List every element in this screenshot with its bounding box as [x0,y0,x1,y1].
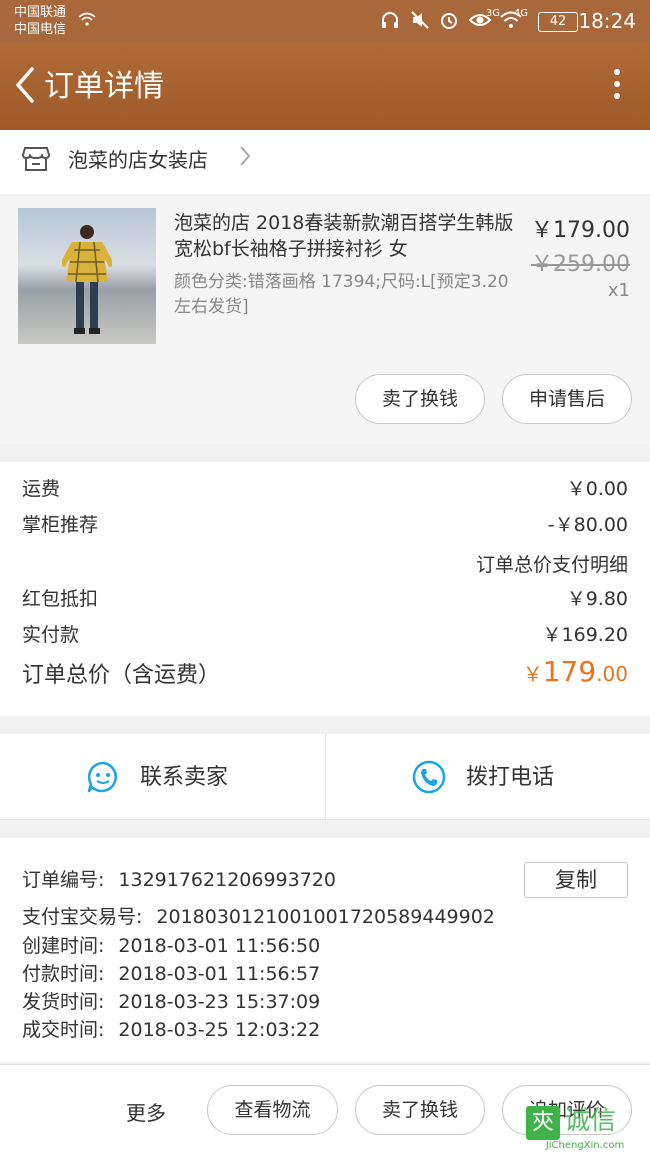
back-icon[interactable] [12,63,38,107]
product-original-price: ￥259.00 [531,252,630,277]
payment-detail-link[interactable]: 订单总价支付明细 [476,550,628,577]
more-actions-button[interactable]: 更多 [126,1097,166,1126]
after-sale-button[interactable]: 申请售后 [502,374,632,424]
call-phone-label: 拨打电话 [466,765,555,790]
total-price: ￥179.00 [523,656,628,691]
info-label: 付款时间: [22,963,105,985]
status-bar: 中国联通 中国电信 3G 4G 42 18:24 [0,0,650,43]
contact-seller-button[interactable]: 联系卖家 [0,734,325,820]
shop-row[interactable]: 泡菜的店女装店 [0,130,650,194]
paid-label: 实付款 [22,624,80,646]
redpacket-label: 红包抵扣 [22,588,99,610]
deal-time-row: 成交时间: 2018-03-25 12:03:22 [22,1017,320,1043]
carrier-1: 中国联通 [14,5,67,20]
clock: 18:24 [578,9,636,33]
info-value: 2018-03-25 12:03:22 [118,1019,321,1041]
store-icon [22,146,50,172]
mute-icon [411,11,429,29]
product-price: ￥179.00 [531,218,630,243]
network-indicator: 3G [486,8,500,19]
chevron-right-icon [238,144,252,174]
shipping-label: 运费 [22,478,61,500]
total-row: 订单总价（含运费） ￥179.00 [22,656,628,692]
alarm-icon [441,13,458,29]
info-label: 创建时间: [22,935,105,957]
paid-row: 实付款 ￥169.20 [22,622,628,648]
navigation-bar: 订单详情 [0,43,650,130]
shipping-row: 运费 ￥0.00 [22,476,628,502]
recommend-row: 掌柜推荐 -￥80.00 [22,512,628,538]
watermark-logo: 㚒 [526,1106,560,1140]
sell-for-cash-button-bottom[interactable]: 卖了换钱 [355,1085,485,1135]
headphone-icon [382,12,399,28]
paid-value: ￥169.20 [542,624,628,646]
product-quantity: x1 [607,280,630,301]
contact-seller-label: 联系卖家 [140,765,229,790]
watermark-text: 诚信 [564,1106,617,1136]
call-phone-button[interactable]: 拨打电话 [325,734,650,820]
net-1-label: 3G [485,8,500,19]
page-title: 订单详情 [44,69,164,104]
battery-indicator: 42 [538,12,578,32]
shop-name: 泡菜的店女装店 [68,148,208,172]
redpacket-row: 红包抵扣 ￥9.80 [22,586,628,612]
total-label: 订单总价（含运费） [22,663,221,688]
info-value: 2018-03-23 15:37:09 [118,991,321,1013]
total-currency: ￥ [522,662,543,686]
network-indicator-2: 4G [514,8,528,19]
order-item-card[interactable]: 泡菜的店 2018春装新款潮百搭学生韩版宽松bf长袖格子拼接衬衫 女 颜色分类:… [0,196,650,444]
shipping-value: ￥0.00 [566,478,628,500]
view-logistics-button[interactable]: 查看物流 [207,1085,338,1135]
contact-bar: 联系卖家 拨打电话 [0,734,650,820]
shipped-time-row: 发货时间: 2018-03-23 15:37:09 [22,989,320,1015]
phone-icon [412,760,446,794]
product-sku: 颜色分类:错落画格 17394;尺码:L[预定3.20左右发货] [174,272,509,317]
info-value: 2018030121001001720589449902 [156,906,495,928]
chat-icon [86,760,120,794]
watermark: 㚒 诚信 JiChengXin.com [526,1104,644,1152]
total-decimal: .00 [596,662,628,686]
product-title[interactable]: 泡菜的店 2018春装新款潮百搭学生韩版宽松bf长袖格子拼接衬衫 女 [174,210,514,262]
info-label: 成交时间: [22,1019,105,1041]
info-value: 2018-03-01 11:56:50 [118,935,321,957]
watermark-url: JiChengXin.com [545,1140,625,1151]
info-value: 2018-03-01 11:56:57 [118,963,321,985]
order-number-row: 订单编号: 132917621206993720 [22,867,336,893]
sell-for-cash-button[interactable]: 卖了换钱 [355,374,485,424]
recommend-value: -￥80.00 [547,514,628,536]
info-label: 订单编号: [22,869,105,891]
more-menu-icon[interactable] [614,69,622,103]
total-integer: 179 [542,655,597,688]
copy-order-number-button[interactable]: 复制 [524,862,628,898]
created-time-row: 创建时间: 2018-03-01 11:56:50 [22,933,320,959]
net-2-label: 4G [513,8,528,19]
paid-time-row: 付款时间: 2018-03-01 11:56:57 [22,961,320,987]
wifi-small-icon [78,12,96,30]
status-icons [380,10,522,35]
fee-summary: 运费 ￥0.00 掌柜推荐 -￥80.00 订单总价支付明细 红包抵扣 ￥9.8… [0,462,650,716]
recommend-label: 掌柜推荐 [22,514,99,536]
info-value: 132917621206993720 [118,869,336,891]
alipay-trade-row: 支付宝交易号: 2018030121001001720589449902 [22,904,495,930]
product-image[interactable] [18,208,156,344]
info-label: 发货时间: [22,991,105,1013]
redpacket-value: ￥9.80 [566,588,628,610]
carrier-2: 中国电信 [14,22,67,37]
order-info: 复制 订单编号: 132917621206993720 支付宝交易号: 201803… [0,838,650,1062]
info-label: 支付宝交易号: [22,906,143,928]
carrier-labels: 中国联通 中国电信 [14,4,66,38]
